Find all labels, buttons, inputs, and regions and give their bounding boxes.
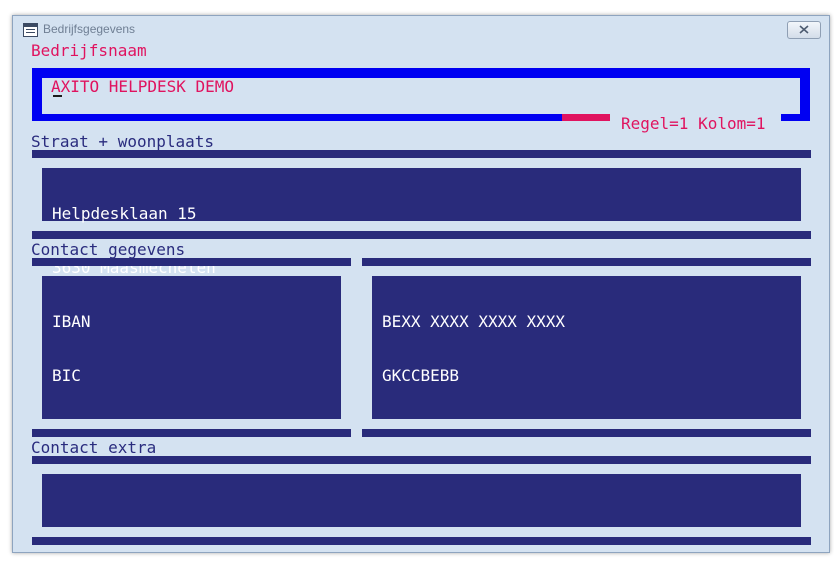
address-line-1: Helpdesklaan 15 <box>52 204 197 223</box>
close-icon <box>799 25 809 34</box>
extra-bar-top <box>32 456 811 464</box>
contact-keys-bar-top <box>32 258 351 266</box>
address-field[interactable]: Helpdesklaan 15 3630 Maasmechelen <box>42 168 801 277</box>
contact-keys-bar-bottom <box>32 429 351 437</box>
company-name-field[interactable]: AXITO HELPDESK DEMO <box>42 78 800 109</box>
address-bar-bottom <box>32 231 811 239</box>
address-bar-top <box>32 150 811 158</box>
contact-key: BIC <box>52 366 81 385</box>
contact-values-field[interactable]: BEXX XXXX XXXX XXXX GKCCBEBB <box>372 276 801 419</box>
app-icon <box>23 23 38 37</box>
extra-field[interactable] <box>42 474 801 527</box>
contact-label: Contact gegevens <box>31 240 186 259</box>
title-bar: Bedrijfsgegevens <box>13 16 829 42</box>
window-title: Bedrijfsgegevens <box>43 22 136 36</box>
contact-values-bar-bottom <box>362 429 811 437</box>
contact-value: GKCCBEBB <box>382 366 460 385</box>
address-label: Straat + woonplaats <box>31 132 215 151</box>
name-frame-bottom <box>32 114 562 121</box>
contact-key: IBAN <box>52 312 91 331</box>
company-name-label: Bedrijfsnaam <box>31 41 147 60</box>
contact-value: BEXX XXXX XXXX XXXX <box>382 312 566 331</box>
extra-bar-bottom <box>32 537 811 545</box>
company-details-window: Bedrijfsgegevens Bedrijfsnaam AXITO HELP… <box>12 15 830 553</box>
close-button[interactable] <box>787 21 821 39</box>
name-frame-bottom-right <box>781 114 810 121</box>
contact-values-bar-top <box>362 258 811 266</box>
extra-label: Contact extra <box>31 438 157 457</box>
company-name-value: AXITO HELPDESK DEMO <box>51 77 235 96</box>
contact-keys-field[interactable]: IBAN BIC <box>42 276 341 419</box>
text-cursor <box>53 95 62 97</box>
scroll-indicator <box>562 114 610 121</box>
cursor-position-status: Regel=1 Kolom=1 <box>621 114 766 133</box>
